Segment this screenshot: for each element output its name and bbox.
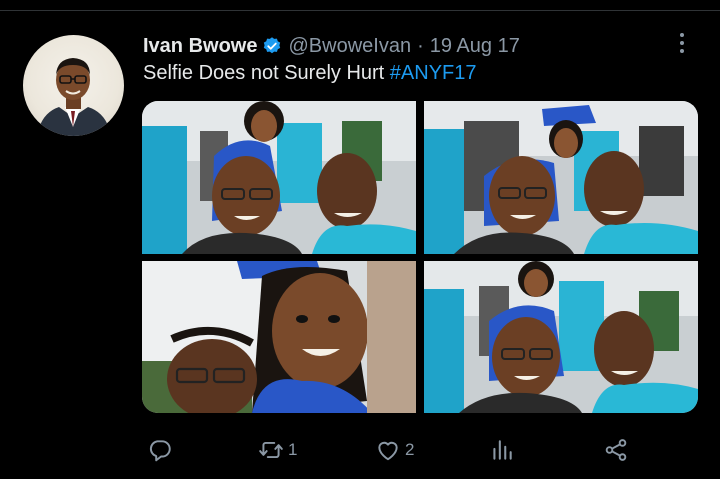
retweet-count: 1 [288,440,298,459]
avatar-portrait [37,58,111,136]
analytics-button[interactable] [489,432,519,468]
like-count: 2 [405,440,415,459]
tweet-body: Selfie Does not Surely Hurt [143,62,385,84]
media-grid [142,101,698,413]
tweet-photo-4[interactable] [424,261,698,413]
retweet-button[interactable]: 1 [258,432,297,468]
header-separator: · [417,34,424,57]
avatar[interactable] [23,35,124,136]
tweet-text: Selfie Does not Surely Hurt #ANYF17 [143,62,477,85]
tweet-header: Ivan Bwowe @BwoweIvan · 19 Aug 17 [143,33,520,59]
tweet-photo-2[interactable] [424,101,698,254]
reply-icon [149,440,171,462]
like-button[interactable]: 2 [375,432,414,468]
tweet-date[interactable]: 19 Aug 17 [430,35,520,58]
share-button[interactable] [603,432,629,468]
analytics-icon [493,440,512,460]
author-handle[interactable]: @BwoweIvan [288,35,411,58]
tweet-photo-1[interactable] [142,101,416,254]
tweet-photo-3[interactable] [142,261,416,413]
share-icon [605,439,627,461]
retweet-icon [259,441,283,459]
hashtag-link[interactable]: #ANYF17 [390,62,477,84]
verified-badge-icon [264,37,281,54]
heart-icon [378,441,398,461]
more-vertical-icon[interactable] [672,30,692,56]
tweet-actions: 1 2 [143,432,643,468]
reply-button[interactable] [147,432,177,468]
author-name[interactable]: Ivan Bwowe [143,35,257,58]
top-divider [0,10,720,11]
